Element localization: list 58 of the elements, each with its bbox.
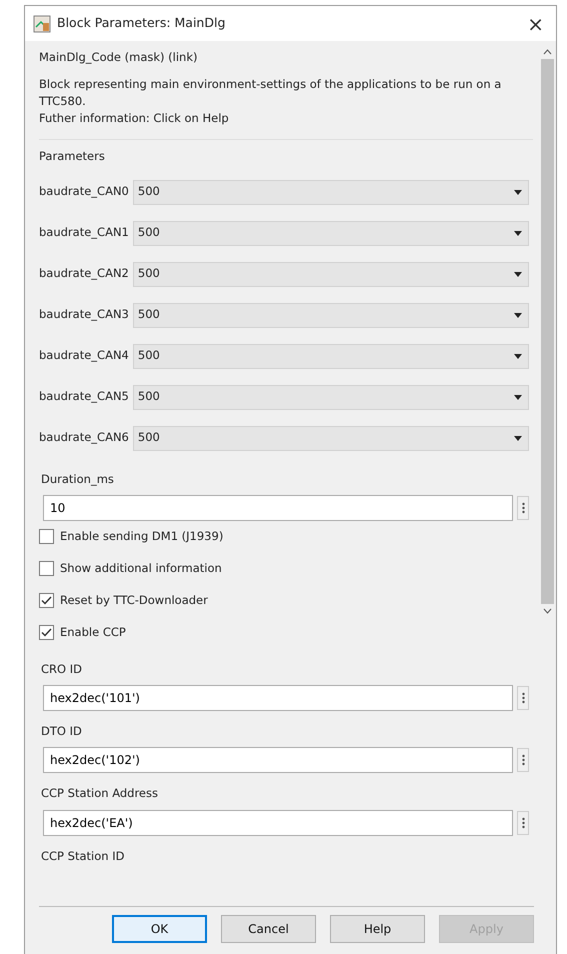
more-icon	[522, 502, 524, 514]
checkbox[interactable]	[39, 625, 54, 640]
dropdown[interactable]: 500	[132, 262, 529, 286]
dropdown[interactable]: 500	[132, 384, 529, 410]
checkbox[interactable]	[39, 593, 54, 608]
field-label: baudrate_CAN4	[39, 347, 129, 364]
field-label: Duration_ms	[40, 470, 115, 488]
more-options-button[interactable]	[517, 810, 529, 834]
dropdown[interactable]: 500	[132, 426, 529, 450]
field-label: baudrate_CAN2	[39, 265, 129, 282]
input-field[interactable]: hex2dec('EA')	[43, 810, 513, 836]
section-title: Parameters	[39, 148, 106, 166]
field-label: baudrate_CAN6	[39, 429, 129, 446]
field-label: CCP Station Address	[40, 785, 159, 802]
dropdown-arrow-icon	[514, 436, 522, 440]
checkbox-label: Enable CCP	[60, 624, 126, 642]
block-icon	[33, 14, 51, 32]
dropdown-arrow-icon	[514, 312, 522, 318]
input-field[interactable]: hex2dec('102')	[43, 747, 513, 774]
window-title: Block Parameters: MainDlg	[57, 14, 226, 32]
field-label: baudrate_CAN0	[39, 183, 129, 200]
checkbox-label: Enable sending DM1 (J1939)	[60, 528, 224, 546]
field-label: baudrate_CAN3	[39, 306, 129, 324]
field-label: baudrate_CAN1	[39, 224, 129, 242]
dropdown-arrow-icon	[514, 394, 522, 400]
dialog-button[interactable]: OK	[112, 915, 207, 943]
scroll-up-icon[interactable]	[543, 49, 552, 55]
dropdown-arrow-icon	[514, 230, 522, 236]
more-options-button[interactable]	[517, 686, 529, 710]
dialog-button[interactable]: Help	[330, 915, 425, 943]
input-field[interactable]: 10	[43, 494, 513, 521]
description-text: Futher information: Click on Help	[39, 110, 230, 128]
field-label: CRO ID	[40, 660, 83, 678]
section-title: MainDlg_Code (mask) (link)	[39, 49, 198, 66]
more-icon	[522, 754, 524, 766]
checkbox-label: Reset by TTC-Downloader	[60, 592, 208, 610]
dropdown[interactable]: 500	[132, 302, 529, 328]
close-button[interactable]: ×	[523, 14, 548, 34]
dropdown[interactable]: 500	[132, 180, 529, 204]
field-label: CCP Station ID	[40, 848, 126, 864]
checkbox-label: Show additional information	[60, 560, 222, 578]
checkbox[interactable]	[39, 561, 54, 576]
dropdown[interactable]: 500	[132, 220, 529, 246]
more-icon	[522, 692, 524, 704]
field-label: baudrate_CAN5	[39, 388, 129, 406]
dropdown[interactable]: 500	[132, 344, 529, 368]
description-text: Block representing main environment-settings of the applications to be run on a TTC580.	[39, 76, 502, 110]
more-options-button[interactable]	[517, 496, 529, 520]
dropdown-arrow-icon	[514, 272, 522, 276]
more-icon	[522, 816, 524, 828]
dropdown-arrow-icon	[514, 354, 522, 358]
scroll-down-icon[interactable]	[543, 608, 552, 614]
more-options-button[interactable]	[517, 748, 529, 772]
dialog-button[interactable]: Cancel	[221, 915, 316, 943]
dropdown-arrow-icon	[514, 190, 522, 194]
checkbox[interactable]	[39, 529, 54, 544]
input-field[interactable]: hex2dec('101')	[43, 685, 513, 711]
field-label: DTO ID	[40, 723, 83, 740]
